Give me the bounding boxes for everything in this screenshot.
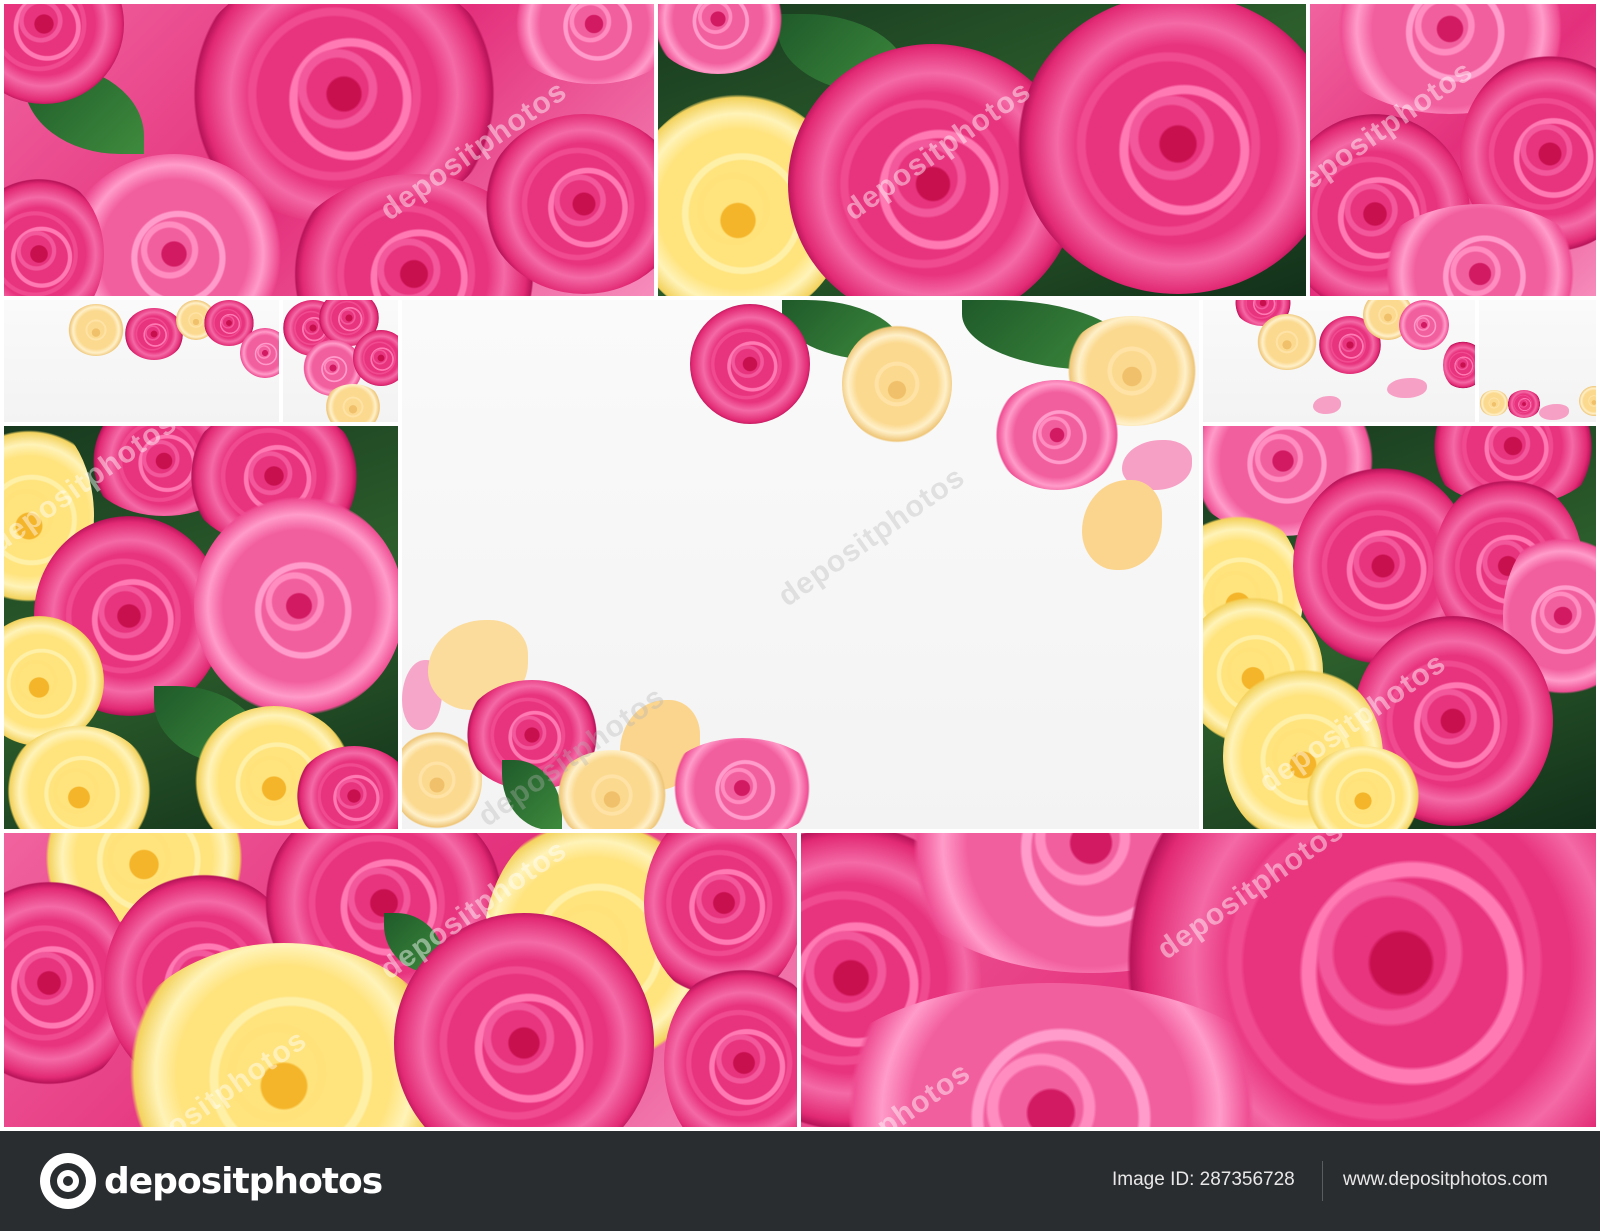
photo-tile-small-roses-right-a <box>1203 300 1475 422</box>
photo-tile-yellow-pink-roses-top-middle: depositphotos <box>658 4 1306 296</box>
site-url-link[interactable]: www.depositphotos.com <box>1343 1169 1548 1191</box>
image-id-label: Image ID: 287356728 <box>1112 1169 1295 1190</box>
logo-text: depositphotos <box>104 1160 383 1202</box>
camera-lens-icon <box>40 1153 96 1209</box>
photo-tile-pink-roses-top-left: depositphotos <box>4 4 654 296</box>
photo-tile-pink-rose-closeup-bottom-right: depositphotos photos <box>801 833 1596 1127</box>
photo-tile-small-roses-left-a <box>4 300 279 422</box>
photo-tile-small-roses-left-b <box>283 300 398 422</box>
photo-tile-center-roses-on-white: depositphotos depositphotos <box>402 300 1199 829</box>
photo-tile-pink-yellow-roses-left: depositphotos <box>4 426 398 829</box>
footer-divider <box>1322 1161 1323 1201</box>
photo-tile-small-roses-right-b <box>1479 300 1596 422</box>
photo-tile-pink-roses-top-right: depositphotos <box>1310 4 1596 296</box>
stock-footer-bar: depositphotos Image ID: 287356728 www.de… <box>0 1131 1600 1231</box>
photo-tile-pink-yellow-roses-bottom-left: depositphotos depositphotos <box>4 833 797 1127</box>
photo-tile-pink-yellow-roses-right: depositphotos <box>1203 426 1596 829</box>
watermark-text: depositphotos <box>772 460 971 614</box>
depositphotos-logo[interactable]: depositphotos <box>40 1153 383 1209</box>
